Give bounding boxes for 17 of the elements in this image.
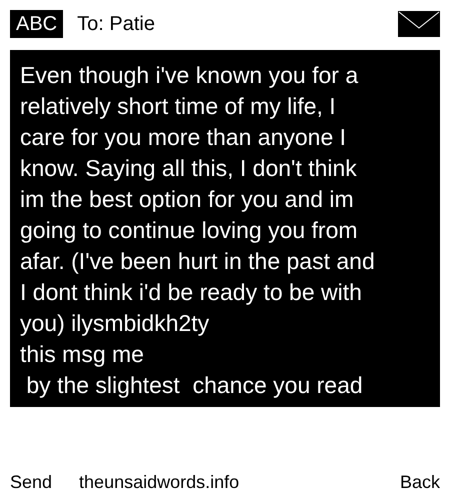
message-line: going to continue loving you from — [20, 216, 359, 245]
message-line: I dont think i'd be ready to be with — [20, 278, 363, 307]
message-line: you) ilysmbidkh2ty — [20, 309, 210, 338]
message-line: im the best option for you and im — [20, 185, 355, 214]
input-mode-badge: ABC — [10, 10, 64, 38]
envelope-icon — [398, 11, 440, 37]
back-link[interactable]: Back — [400, 472, 440, 493]
send-link[interactable]: Send — [10, 472, 52, 493]
recipient-label: To: Patie — [77, 12, 156, 36]
message-line: Even though i've known you for a — [20, 61, 360, 90]
message-line: know. Saying all this, I don't think — [20, 154, 358, 183]
message-line: by the slightest chance you read — [25, 371, 364, 400]
website-link[interactable]: theunsaidwords.info — [79, 472, 240, 493]
message-line: relatively short time of my life, I — [20, 92, 337, 121]
message-line: afar. (I've been hurt in the past and — [20, 247, 376, 276]
message-line: care for you more than anyone I — [20, 123, 348, 152]
message-line: this msg me — [20, 340, 145, 369]
